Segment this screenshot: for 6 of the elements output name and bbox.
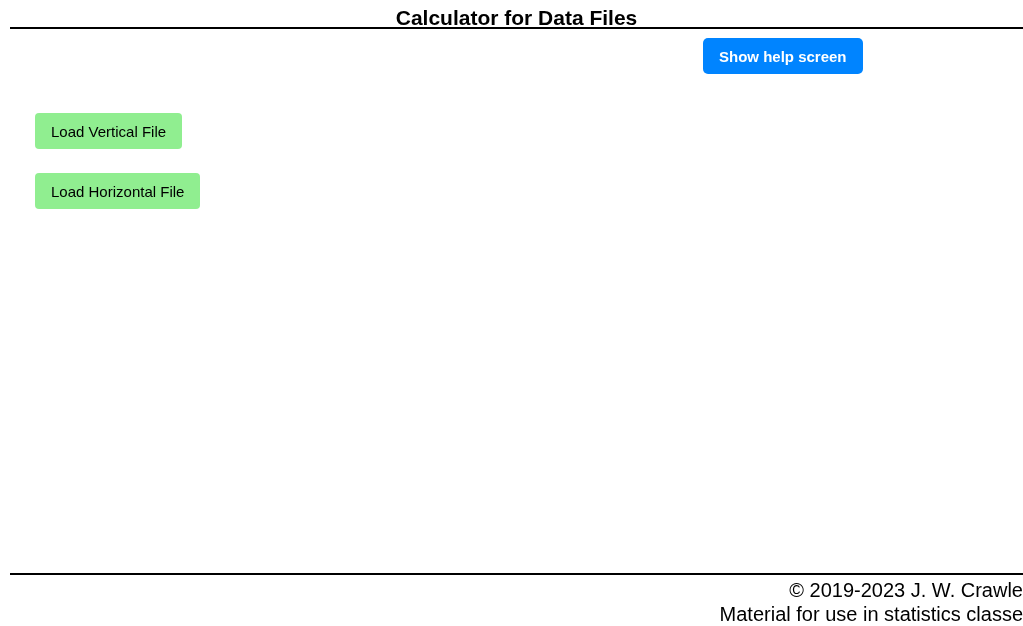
help-button[interactable]: Show help screen bbox=[703, 38, 863, 74]
footer-text: Material for use in statistics classe bbox=[719, 602, 1023, 626]
load-file-button[interactable]: Load Vertical File bbox=[35, 113, 183, 149]
page-title: Calculator for Data Files bbox=[10, 0, 1023, 29]
footer-text: © 2019-2023 J. W. Crawle bbox=[789, 578, 1023, 602]
load-file-button[interactable]: Load Horizontal File bbox=[35, 173, 201, 209]
